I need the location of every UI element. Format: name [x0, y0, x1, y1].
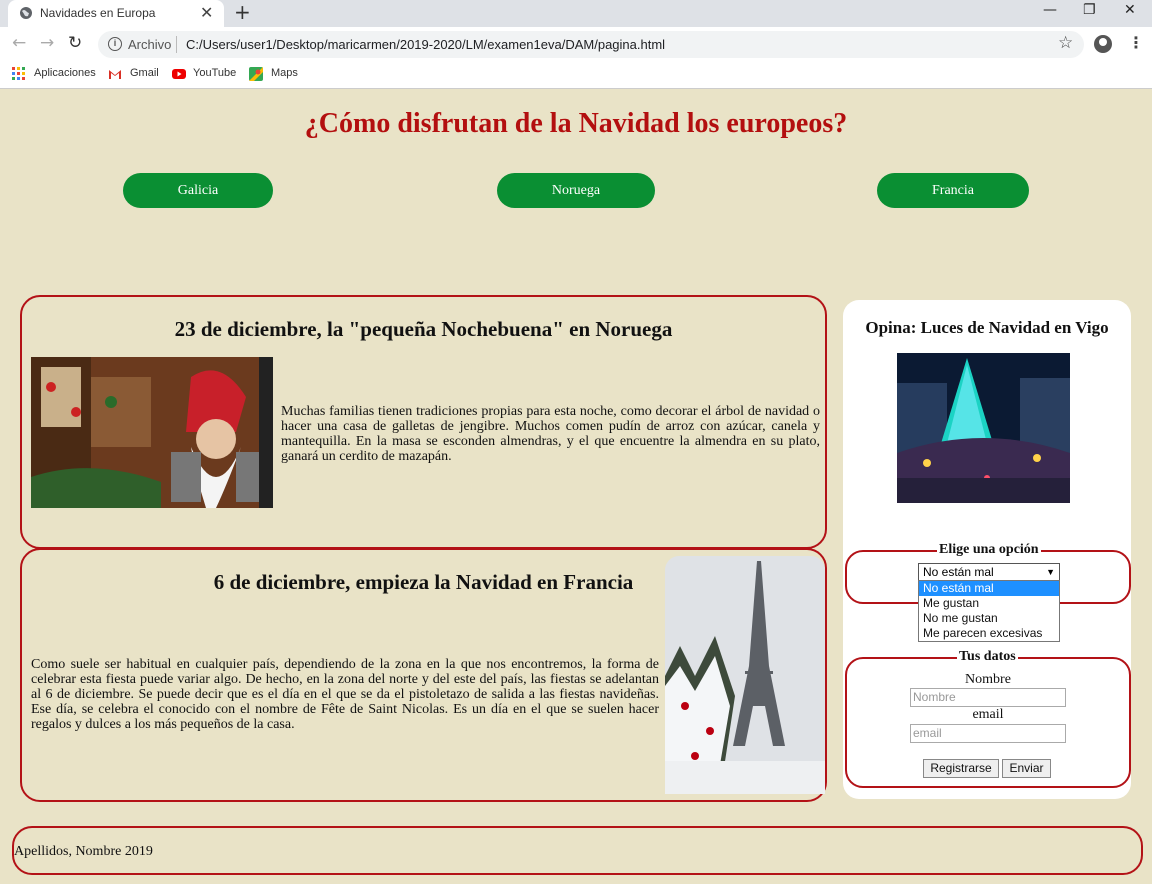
article-francia: 6 de diciembre, empieza la Navidad en Fr…	[20, 548, 827, 802]
browser-tab[interactable]: Navidades en Europa ✕	[8, 0, 224, 27]
bookmarks-bar: Aplicaciones Gmail YouTube Maps	[0, 61, 1152, 89]
new-tab-button[interactable]: +	[234, 1, 251, 23]
chevron-down-icon: ▼	[1046, 567, 1055, 577]
forward-icon[interactable]: →	[40, 33, 54, 53]
nav-button-galicia[interactable]: Galicia	[123, 173, 273, 208]
maps-icon	[249, 67, 263, 81]
address-separator	[176, 36, 177, 53]
poll-option[interactable]: Me gustan	[919, 596, 1059, 611]
bookmark-youtube[interactable]: YouTube	[193, 67, 236, 79]
poll-selected-value: No están mal	[923, 565, 994, 579]
reload-icon[interactable]: ↻	[68, 33, 82, 53]
send-button[interactable]: Enviar	[1002, 759, 1051, 778]
browser-tab-bar: Navidades en Europa ✕ + — ❐ ✕	[0, 0, 1152, 27]
bookmark-star-icon[interactable]: ☆	[1058, 33, 1073, 53]
apps-grid-icon	[12, 67, 25, 80]
name-label: Nombre	[965, 672, 1011, 687]
eiffel-tower-image	[665, 556, 825, 794]
poll-fieldset: Elige una opción No están mal ▼ No están…	[845, 542, 1131, 642]
register-button[interactable]: Registrarse	[923, 759, 999, 778]
article-noruega: 23 de diciembre, la "pequeña Nochebuena"…	[20, 295, 827, 549]
user-data-fieldset: Tus datos Nombre Nombre email email Regi…	[845, 649, 1131, 788]
tab-title: Navidades en Europa	[40, 6, 156, 20]
poll-select[interactable]: No están mal ▼	[918, 563, 1060, 581]
nav-button-francia[interactable]: Francia	[877, 173, 1029, 208]
close-tab-icon[interactable]: ✕	[200, 3, 213, 22]
nav-button-noruega[interactable]: Noruega	[497, 173, 655, 208]
article-title: 23 de diciembre, la "pequeña Nochebuena"…	[174, 317, 673, 341]
back-icon[interactable]: ←	[12, 33, 26, 53]
menu-icon[interactable]: ⋮	[1128, 33, 1144, 52]
poll-option[interactable]: No están mal	[919, 581, 1059, 596]
footer-text: Apellidos, Nombre 2019	[14, 844, 153, 859]
article-text: Como suele ser habitual en cualquier paí…	[31, 657, 659, 732]
vigo-lights-image	[897, 353, 1070, 503]
sidebar-panel: Opina: Luces de Navidad en Vigo Elige un…	[843, 300, 1131, 799]
restore-icon[interactable]: ❐	[1083, 2, 1096, 18]
minimize-icon[interactable]: —	[1043, 2, 1057, 18]
name-input[interactable]: Nombre	[910, 688, 1066, 707]
youtube-icon	[172, 69, 186, 79]
poll-option[interactable]: No me gustan	[919, 611, 1059, 626]
bookmark-gmail[interactable]: Gmail	[130, 67, 159, 79]
poll-legend: Elige una opción	[937, 542, 1041, 558]
page-title: ¿Cómo disfrutan de la Navidad los europe…	[304, 108, 848, 139]
poll-option[interactable]: Me parecen excesivas	[919, 626, 1059, 641]
gmail-icon	[109, 70, 121, 79]
bookmark-apps[interactable]: Aplicaciones	[34, 67, 96, 79]
url-text[interactable]: C:/Users/user1/Desktop/maricarmen/2019-2…	[186, 37, 665, 52]
sidebar-title: Opina: Luces de Navidad en Vigo	[865, 318, 1109, 337]
address-bar[interactable]: i Archivo C:/Users/user1/Desktop/maricar…	[98, 31, 1084, 58]
profile-icon[interactable]	[1094, 35, 1112, 53]
user-data-legend: Tus datos	[957, 649, 1018, 665]
browser-toolbar: ← → ↻ i Archivo C:/Users/user1/Desktop/m…	[0, 27, 1152, 61]
email-input[interactable]: email	[910, 724, 1066, 743]
info-icon[interactable]: i	[108, 37, 122, 51]
email-label: email	[972, 707, 1004, 722]
poll-dropdown-list: No están mal Me gustan No me gustan Me p…	[918, 580, 1060, 642]
address-label: Archivo	[128, 37, 172, 52]
close-window-icon[interactable]: ✕	[1124, 2, 1136, 18]
page-footer: Apellidos, Nombre 2019	[12, 826, 1143, 875]
santa-doll-image	[31, 357, 273, 508]
globe-icon	[20, 7, 32, 19]
article-text: Muchas familias tienen tradiciones propi…	[281, 404, 820, 464]
bookmark-maps[interactable]: Maps	[271, 67, 298, 79]
